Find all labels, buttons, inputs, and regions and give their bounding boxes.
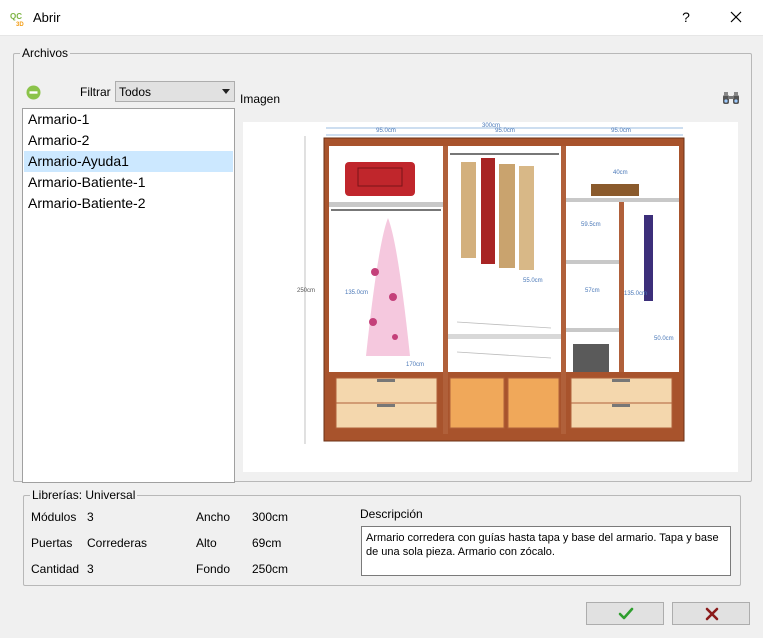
close-button[interactable] (722, 4, 750, 30)
dim-height: 250cm (297, 288, 315, 294)
fondo-value: 250cm (252, 562, 289, 576)
descripcion-label: Descripción (360, 507, 423, 521)
cantidad-value: 3 (87, 562, 94, 576)
ok-button[interactable] (586, 602, 664, 625)
filter-select[interactable]: Todos (115, 81, 235, 102)
svg-text:3D: 3D (16, 22, 24, 26)
cancel-x-icon (705, 607, 719, 621)
modulos-value: 3 (87, 510, 94, 524)
dim-col-right-a: 59.5cm (581, 222, 601, 228)
modulos-label: Módulos (31, 510, 77, 524)
files-legend: Archivos (22, 46, 69, 60)
library-legend: Librerías: Universal (32, 488, 136, 502)
dim-shelf-right: 40cm (613, 170, 628, 176)
cancel-button[interactable] (672, 602, 750, 625)
dim-drawer-left: 170cm (406, 362, 424, 368)
app-logo-icon: QC 3D (10, 12, 24, 26)
dim-right-width: 95.0cm (611, 128, 631, 134)
file-list[interactable]: Armario-1 Armario-2 Armario-Ayuda1 Armar… (22, 108, 235, 483)
ancho-label: Ancho (196, 510, 231, 524)
window-title: Abrir (33, 10, 61, 25)
list-item[interactable]: Armario-2 (24, 130, 233, 151)
cantidad-label: Cantidad (31, 562, 80, 576)
svg-text:QC: QC (10, 12, 22, 21)
close-icon (730, 11, 742, 23)
wardrobe-drawing: 300cm 95.0cm 95.0cm 95.0cm 250cm 135.0cm… (297, 123, 685, 444)
dim-col-right-d: 50.0cm (654, 336, 674, 342)
alto-value: 69cm (252, 536, 282, 550)
puertas-value: Correderas (87, 536, 148, 550)
descripcion-text[interactable]: Armario corredera con guías hasta tapa y… (361, 526, 731, 576)
list-item[interactable]: Armario-1 (24, 109, 233, 130)
chevron-down-icon (222, 89, 230, 94)
dim-col-right-b: 57cm (585, 288, 600, 294)
puertas-label: Puertas (31, 536, 73, 550)
checkmark-icon (618, 607, 634, 620)
dim-col-mid: 55.0cm (523, 278, 543, 284)
binoculars-icon[interactable] (722, 91, 740, 105)
fondo-label: Fondo (196, 562, 231, 576)
dim-col-right-c: 135.0cm (624, 291, 647, 297)
title-bar: QC 3D Abrir ? (0, 0, 763, 36)
alto-label: Alto (196, 536, 217, 550)
filter-value: Todos (119, 85, 152, 99)
preview-image: 300cm 95.0cm 95.0cm 95.0cm 250cm 135.0cm… (243, 122, 738, 472)
dim-left-width: 95.0cm (376, 128, 396, 134)
list-item-selected[interactable]: Armario-Ayuda1 (24, 151, 233, 172)
help-button[interactable]: ? (672, 4, 700, 30)
filter-label: Filtrar (80, 85, 111, 99)
dim-col-left: 135.0cm (345, 290, 368, 296)
ancho-value: 300cm (252, 510, 289, 524)
image-label: Imagen (240, 92, 281, 106)
dim-mid-width: 95.0cm (495, 128, 515, 134)
remove-icon[interactable] (26, 85, 41, 100)
list-item[interactable]: Armario-Batiente-2 (24, 193, 233, 214)
list-item[interactable]: Armario-Batiente-1 (24, 172, 233, 193)
